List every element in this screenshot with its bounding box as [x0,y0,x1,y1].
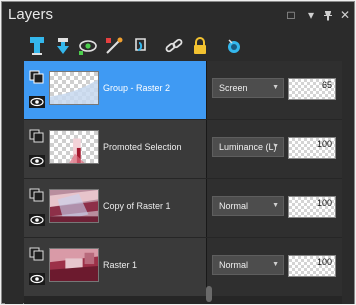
chevron-down-icon: ▼ [272,143,279,150]
panel-title: Layers [8,6,54,23]
blend-mode-dropdown[interactable]: Luminance (L) ▼ [212,137,284,157]
layer-name[interactable]: Group - Raster 2 [103,83,170,93]
new-vector-layer-icon[interactable] [52,35,74,57]
layer-thumbnail [49,189,99,223]
panel-titlebar[interactable]: Layers □ ▾ ✕ [2,2,354,29]
opacity-value: 65 [321,80,332,90]
opacity-value: 100 [316,257,332,267]
layer-thumbnail [49,130,99,164]
layer-thumbnail [49,248,99,282]
layer-name[interactable]: Promoted Selection [103,142,182,152]
eye-icon[interactable] [29,213,45,226]
left-gutter [5,61,23,304]
opacity-field[interactable]: 100 [288,196,336,218]
opacity-field[interactable]: 65 [288,78,336,100]
opacity-value: 100 [316,198,332,208]
layer-row-copy-of-raster-1[interactable]: Copy of Raster 1 Normal ▼ 100 [24,179,342,237]
blend-mode-value: Luminance (L) [219,142,277,152]
blend-mode-value: Normal [219,260,249,270]
blend-mode-dropdown[interactable]: Normal ▼ [212,196,284,216]
opacity-field[interactable]: 100 [288,255,336,277]
adjustment-layer-icon[interactable] [103,35,125,57]
chevron-down-icon: ▼ [272,202,279,209]
panel-menu-button[interactable]: ▾ [304,8,318,22]
visibility-icon[interactable] [223,35,245,57]
opacity-value: 100 [316,139,332,149]
chevron-down-icon: ▼ [272,261,279,268]
chevron-down-icon: ▼ [272,84,279,91]
link-icon[interactable] [163,35,185,57]
new-raster-layer-icon[interactable] [26,35,48,57]
eye-icon[interactable] [29,272,45,285]
vertical-scrollbar[interactable] [342,61,354,304]
layers-toolbar [2,29,354,63]
close-panel-button[interactable]: ✕ [338,8,352,22]
layer-row-group-raster-2[interactable]: Group - Raster 2 Screen ▼ 65 [24,61,342,119]
eye-icon[interactable] [29,95,45,108]
group-toggle-icon[interactable] [29,70,45,84]
opacity-field[interactable]: 100 [288,137,336,159]
new-mask-layer-icon[interactable] [77,35,99,57]
layer-type-icon[interactable] [29,188,45,202]
layers-panel: Layers □ ▾ ✕ Group - Raster 2 Screen ▼ 6… [1,1,355,304]
layer-row-promoted-selection[interactable]: Promoted Selection Luminance (L) ▼ 100 [24,120,342,178]
layer-type-icon[interactable] [29,247,45,261]
blend-mode-value: Screen [219,83,248,93]
layer-row-raster-1[interactable]: Raster 1 Normal ▼ 100 [24,238,342,296]
lock-icon[interactable] [189,35,211,57]
blend-mode-dropdown[interactable]: Normal ▼ [212,255,284,275]
eye-icon[interactable] [29,154,45,167]
layers-list: Group - Raster 2 Screen ▼ 65 Promoted Se… [24,61,342,304]
blend-mode-dropdown[interactable]: Screen ▼ [212,78,284,98]
float-panel-button[interactable]: □ [284,8,298,22]
horizontal-scroll-handle[interactable] [206,286,212,302]
new-group-icon[interactable] [129,35,151,57]
layer-name[interactable]: Copy of Raster 1 [103,201,171,211]
layer-thumbnail [49,71,99,105]
layer-type-icon[interactable] [29,129,45,143]
layer-name[interactable]: Raster 1 [103,260,137,270]
blend-mode-value: Normal [219,201,249,211]
pin-panel-button[interactable] [321,8,335,22]
